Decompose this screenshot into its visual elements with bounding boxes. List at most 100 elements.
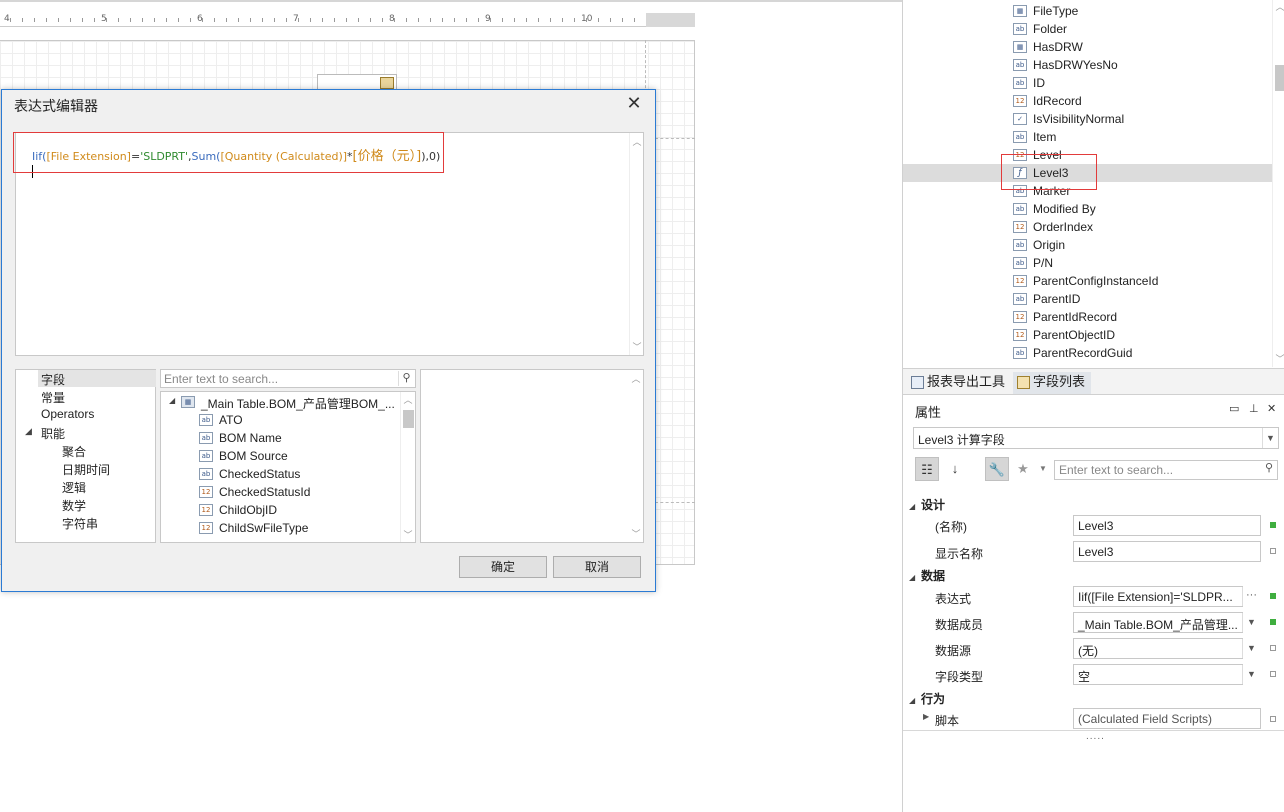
ruler-mark — [322, 18, 323, 22]
field-row[interactable]: 12 CheckedStatusId — [161, 483, 401, 501]
ellipsis-button[interactable]: ··· — [1242, 587, 1260, 606]
field-row[interactable]: ab ATO — [161, 411, 401, 429]
field-list-item[interactable]: ab ID — [903, 74, 1273, 92]
ruler-mark — [430, 18, 431, 22]
display-name-field[interactable]: Level3 — [1073, 541, 1261, 562]
wrench-icon[interactable]: 🔧 — [985, 457, 1009, 481]
scroll-thumb[interactable] — [1275, 65, 1284, 91]
property-search-input[interactable]: Enter text to search... ⚲ — [1054, 460, 1278, 480]
field-list-item[interactable]: ab Item — [903, 128, 1273, 146]
scroll-up-icon[interactable]: ︿ — [401, 393, 415, 406]
field-list-item[interactable]: 12 IdRecord — [903, 92, 1273, 110]
field-list-item[interactable]: ▦ HasDRW — [903, 38, 1273, 56]
field-row[interactable]: 12 ChildSwFileType — [161, 519, 401, 537]
ruler-mark — [334, 18, 335, 22]
scroll-down-icon[interactable]: ﹀ — [401, 528, 415, 541]
scroll-up-icon[interactable]: ︿ — [630, 135, 644, 148]
tree-root-row[interactable]: ◢ ▦ _Main Table.BOM_产品管理BOM_... — [161, 393, 401, 411]
close-icon[interactable]: ✕ — [1267, 402, 1276, 415]
tab-field-list[interactable]: 字段列表 — [1013, 372, 1091, 394]
maximize-icon[interactable]: ▭ — [1229, 402, 1239, 415]
chevron-down-icon[interactable]: ▼ — [1242, 665, 1260, 684]
scroll-up-icon[interactable]: ︿ — [1273, 0, 1284, 13]
ruler-mark — [262, 18, 263, 22]
ruler-mark — [22, 18, 23, 22]
field-list-scrollbar[interactable]: ︿ ﹀ — [1272, 0, 1284, 367]
name-field[interactable]: Level3 — [1073, 515, 1261, 536]
field-list-item[interactable]: ab P/N — [903, 254, 1273, 272]
cancel-button[interactable]: 取消 — [553, 556, 641, 578]
ok-button[interactable]: 确定 — [459, 556, 547, 578]
field-list-item[interactable]: 12 ParentIdRecord — [903, 308, 1273, 326]
tab-report-export[interactable]: 报表导出工具 — [907, 372, 1007, 394]
field-label: ChildObjID — [219, 503, 278, 517]
categorized-view-icon[interactable]: ☷ — [915, 457, 939, 481]
editor-scrollbar[interactable]: ︿ ﹀ — [629, 133, 643, 355]
alphabetical-sort-icon[interactable]: ↓ — [943, 457, 967, 481]
object-selector[interactable]: Level3 计算字段 ▼ — [913, 427, 1279, 449]
ruler-tick-label: 4 — [4, 14, 10, 24]
scroll-up-icon[interactable]: ︿ — [629, 372, 643, 385]
field-row[interactable]: ab CheckedStatus — [161, 465, 401, 483]
search-icon[interactable]: ⚲ — [398, 371, 414, 386]
category-string[interactable]: 字符串 — [62, 515, 98, 532]
scroll-down-icon[interactable]: ﹀ — [629, 527, 643, 540]
close-icon[interactable]: ✕ — [625, 94, 643, 112]
ruler-mark — [130, 18, 131, 22]
control-smart-tag-icon[interactable] — [380, 77, 394, 89]
collapse-icon[interactable]: ◢ — [909, 696, 921, 705]
field-tree-scrollbar[interactable]: ︿ ﹀ — [400, 392, 415, 542]
section-design[interactable]: ◢ 设计 — [909, 496, 945, 513]
category-datetime[interactable]: 日期时间 — [62, 461, 110, 478]
selected-object: Level3 计算字段 — [918, 433, 1005, 447]
field-row[interactable]: ab BOM Name — [161, 429, 401, 447]
scroll-thumb[interactable] — [403, 410, 414, 428]
data-member-field[interactable]: _Main Table.BOM_产品管理... — [1073, 612, 1243, 633]
splitter-grip[interactable]: ..... — [1086, 731, 1105, 742]
field-search-input[interactable]: Enter text to search... ⚲ — [160, 369, 416, 388]
field-list-item[interactable]: 12 ParentObjectID — [903, 326, 1273, 344]
chevron-down-icon[interactable]: ▼ — [1242, 639, 1260, 658]
field-list-item[interactable]: 12 OrderIndex — [903, 218, 1273, 236]
section-behavior[interactable]: ◢ 行为 — [909, 690, 945, 707]
field-list-item[interactable]: 12 ParentConfigInstanceId — [903, 272, 1273, 290]
category-constants[interactable]: 常量 — [41, 389, 65, 406]
expand-icon[interactable]: ▶ — [923, 712, 929, 721]
field-type-field[interactable]: 空 — [1073, 664, 1243, 685]
field-row[interactable]: 12 ChildObjID — [161, 501, 401, 519]
chevron-down-icon[interactable]: ▼ — [1031, 457, 1055, 481]
scroll-down-icon[interactable]: ﹀ — [630, 340, 644, 353]
field-list-item[interactable]: ▦ FileType — [903, 2, 1273, 20]
category-aggregate[interactable]: 聚合 — [62, 443, 86, 460]
collapse-icon[interactable]: ◢ — [909, 502, 921, 511]
chevron-down-icon[interactable]: ▼ — [1262, 428, 1278, 448]
field-list-item[interactable]: ab ParentID — [903, 290, 1273, 308]
category-operators[interactable]: Operators — [41, 407, 94, 421]
field-list-item[interactable]: ab HasDRWYesNo — [903, 56, 1273, 74]
expand-toggle-icon[interactable]: ◢ — [25, 426, 32, 437]
category-fields[interactable]: 字段 — [41, 371, 65, 388]
field-row[interactable]: ab BOM Source — [161, 447, 401, 465]
field-list-item[interactable]: ab Origin — [903, 236, 1273, 254]
data-source-field[interactable]: (无) — [1073, 638, 1243, 659]
field-list-item[interactable]: ab Folder — [903, 20, 1273, 38]
text-field-icon: ab — [199, 414, 213, 426]
ruler-mark — [538, 18, 539, 22]
category-functions[interactable]: 职能 — [41, 425, 65, 442]
expression-field[interactable]: Iif([File Extension]='SLDPR... — [1073, 586, 1243, 607]
section-data[interactable]: ◢ 数据 — [909, 567, 945, 584]
field-list-item[interactable]: ab Modified By — [903, 200, 1273, 218]
category-logical[interactable]: 逻辑 — [62, 479, 86, 496]
search-icon[interactable]: ⚲ — [1261, 461, 1277, 479]
category-math[interactable]: 数学 — [62, 497, 86, 514]
field-list-item[interactable]: ✓ IsVisibilityNormal — [903, 110, 1273, 128]
collapse-icon[interactable]: ◢ — [909, 573, 921, 582]
field-list-item[interactable]: ab ParentRecordGuid — [903, 344, 1273, 362]
collapse-icon[interactable]: ◢ — [169, 396, 175, 405]
scroll-down-icon[interactable]: ﹀ — [1273, 352, 1284, 365]
property-label: 字段类型 — [935, 670, 984, 684]
scripts-field[interactable]: (Calculated Field Scripts) — [1073, 708, 1261, 729]
ruler-mark — [166, 18, 167, 22]
chevron-down-icon[interactable]: ▼ — [1242, 613, 1260, 632]
pin-icon[interactable]: ⊥ — [1249, 402, 1259, 415]
